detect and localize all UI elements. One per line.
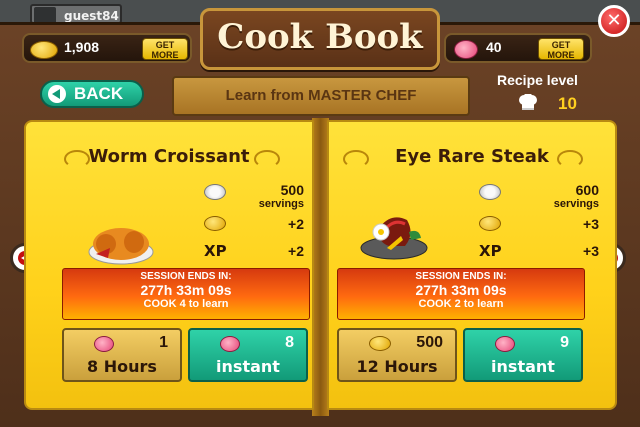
back-arrow-icon xyxy=(48,85,66,103)
coin-reward-value: +3 xyxy=(583,216,599,232)
servings-value: 600 xyxy=(575,182,599,198)
recipe-level-label: Recipe level xyxy=(497,72,578,88)
instant-cost: 9 xyxy=(560,334,569,351)
brains-get-more-button[interactable]: GET MORE xyxy=(538,38,584,60)
cookbook-screen: guest84 1,908 GET MORE Cook Book 40 GET … xyxy=(0,0,640,427)
servings-plate-icon xyxy=(204,184,226,200)
session-timer-panel: SESSION ENDS IN: 277h 33m 09s COOK 2 to … xyxy=(337,268,585,320)
learn-timed-option[interactable]: 1 8 Hours xyxy=(62,328,182,382)
learn-instant-option[interactable]: 9 instant xyxy=(463,328,583,382)
servings-value: 500 xyxy=(280,182,304,198)
cook-requirement: COOK 4 to learn xyxy=(143,298,229,310)
coins-counter: 1,908 GET MORE xyxy=(22,33,192,63)
master-chef-banner[interactable]: Learn from MASTER CHEF xyxy=(172,76,470,116)
servings-label: servings xyxy=(553,198,599,210)
close-button[interactable]: ✕ xyxy=(598,5,630,37)
instant-label: instant xyxy=(216,357,280,376)
brains-value: 40 xyxy=(486,39,502,55)
servings-plate-icon xyxy=(479,184,501,200)
xp-label: XP xyxy=(479,242,502,260)
brains-counter: 40 GET MORE xyxy=(444,33,592,63)
timed-label: 8 Hours xyxy=(87,357,157,376)
instant-label: instant xyxy=(491,357,555,376)
coins-get-more-button[interactable]: GET MORE xyxy=(142,38,188,60)
xp-reward-value: +2 xyxy=(288,243,304,259)
brain-icon xyxy=(220,336,240,352)
guest-tag: guest84 xyxy=(30,4,122,25)
chef-hat-icon xyxy=(519,94,537,110)
recipe-level-value: 10 xyxy=(558,94,577,113)
coin-icon xyxy=(369,336,391,351)
cook-requirement: COOK 2 to learn xyxy=(418,298,504,310)
close-icon: ✕ xyxy=(606,10,622,31)
instant-cost: 8 xyxy=(285,334,294,351)
brain-icon xyxy=(94,336,114,352)
learn-instant-option[interactable]: 8 instant xyxy=(188,328,308,382)
xp-label: XP xyxy=(204,242,227,260)
title-plaque: Cook Book xyxy=(200,8,440,70)
session-time: 277h 33m 09s xyxy=(140,282,232,298)
worm-croissant-image xyxy=(88,228,154,265)
recipe-book: Worm Croissant 500 servings +2 XP +2 SES… xyxy=(24,118,620,420)
learn-timed-option[interactable]: 500 12 Hours xyxy=(337,328,457,382)
guest-name: guest84 xyxy=(64,9,119,23)
coin-reward-value: +2 xyxy=(288,216,304,232)
page-title: Cook Book xyxy=(217,17,423,57)
recipe-name: Worm Croissant xyxy=(88,146,250,167)
session-time: 277h 33m 09s xyxy=(415,282,507,298)
recipe-name: Eye Rare Steak xyxy=(395,146,549,167)
session-header: SESSION ENDS IN: xyxy=(140,271,232,282)
servings-label: servings xyxy=(258,198,304,210)
timed-cost: 500 xyxy=(416,334,443,351)
coin-reward-icon xyxy=(479,216,501,231)
session-header: SESSION ENDS IN: xyxy=(415,271,507,282)
coin-stack-icon xyxy=(30,41,58,59)
xp-reward-value: +3 xyxy=(583,243,599,259)
recipe-card-eye-rare-steak: Eye Rare Steak 600 servings +3 XP +3 SES… xyxy=(327,120,617,410)
brain-icon xyxy=(454,40,478,59)
timed-cost: 1 xyxy=(159,334,168,351)
timed-label: 12 Hours xyxy=(356,357,438,376)
back-button[interactable]: BACK xyxy=(40,80,144,108)
coin-reward-icon xyxy=(204,216,226,231)
brain-icon xyxy=(495,336,515,352)
coins-value: 1,908 xyxy=(64,39,100,55)
recipe-card-worm-croissant: Worm Croissant 500 servings +2 XP +2 SES… xyxy=(24,120,314,410)
eye-rare-steak-image xyxy=(360,217,428,260)
back-label: BACK xyxy=(74,84,124,103)
session-timer-panel: SESSION ENDS IN: 277h 33m 09s COOK 4 to … xyxy=(62,268,310,320)
